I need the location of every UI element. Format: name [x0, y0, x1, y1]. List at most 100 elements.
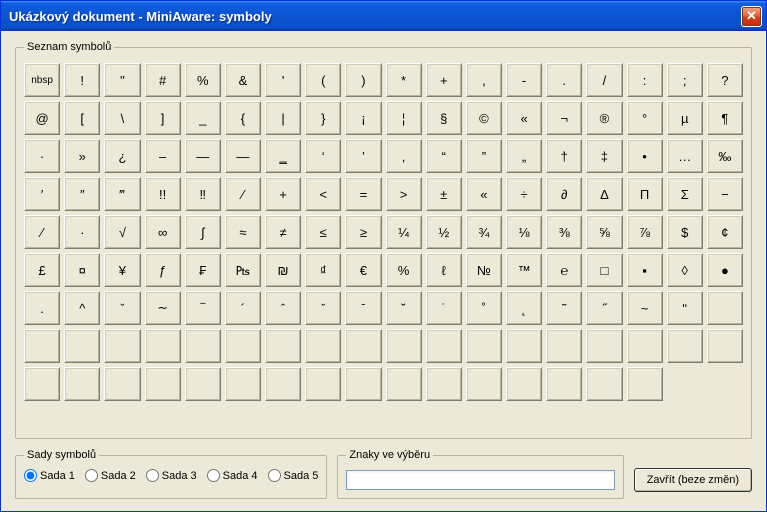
symbol-button[interactable]: ¶ [707, 101, 743, 135]
symbol-button[interactable]: ⁄ [225, 177, 261, 211]
symbol-button[interactable]: !! [145, 177, 181, 211]
symbol-button[interactable]: Π [627, 177, 663, 211]
symbol-button[interactable] [586, 367, 622, 401]
symbol-button[interactable]: ‗ [265, 139, 301, 173]
symbol-button[interactable]: ¥ [104, 253, 140, 287]
symbol-button[interactable] [426, 367, 462, 401]
set-radio[interactable] [24, 469, 37, 482]
symbol-button[interactable] [305, 329, 341, 363]
symbol-button[interactable]: ‚ [386, 139, 422, 173]
symbol-button[interactable]: ÷ [506, 177, 542, 211]
symbol-button[interactable] [145, 367, 181, 401]
symbol-button[interactable]: ℮ [546, 253, 582, 287]
symbol-button[interactable]: ◊ [667, 253, 703, 287]
symbol-button[interactable]: " [104, 63, 140, 97]
symbol-button[interactable]: } [305, 101, 341, 135]
symbol-button[interactable] [426, 329, 462, 363]
symbol-button[interactable]: † [546, 139, 582, 173]
symbol-button[interactable]: ¢ [707, 215, 743, 249]
symbol-button[interactable]: { [225, 101, 261, 135]
symbol-button[interactable]: © [466, 101, 502, 135]
symbol-button[interactable]: « [466, 177, 502, 211]
symbol-button[interactable]: ( [305, 63, 341, 97]
symbol-button[interactable] [506, 367, 542, 401]
symbol-button[interactable]: ˇ [305, 291, 341, 325]
symbol-button[interactable]: ″ [64, 177, 100, 211]
symbol-button[interactable]: ∼ [145, 291, 181, 325]
symbol-button[interactable] [386, 367, 422, 401]
symbol-button[interactable]: № [466, 253, 502, 287]
symbol-button[interactable]: Σ [667, 177, 703, 211]
symbol-button[interactable]: ¤ [64, 253, 100, 287]
symbol-button[interactable]: ™ [506, 253, 542, 287]
symbol-button[interactable]: ¿ [104, 139, 140, 173]
symbol-button[interactable]: # [145, 63, 181, 97]
symbol-button[interactable]: * [386, 63, 422, 97]
symbol-button[interactable]: ± [426, 177, 462, 211]
symbol-button[interactable]: § [426, 101, 462, 135]
symbol-button[interactable]: / [586, 63, 622, 97]
symbol-button[interactable] [586, 329, 622, 363]
symbol-button[interactable]: ∂ [546, 177, 582, 211]
symbol-button[interactable]: ― [225, 139, 261, 173]
symbol-button[interactable]: > [386, 177, 422, 211]
symbol-button[interactable] [64, 329, 100, 363]
symbol-button[interactable] [64, 367, 100, 401]
symbol-button[interactable]: ¼ [386, 215, 422, 249]
symbol-button[interactable] [386, 329, 422, 363]
symbol-button[interactable]: ‴ [104, 177, 140, 211]
symbol-button[interactable] [546, 329, 582, 363]
symbol-button[interactable]: □ [586, 253, 622, 287]
symbol-button[interactable]: $ [667, 215, 703, 249]
symbol-button[interactable]: ⅞ [627, 215, 663, 249]
symbol-button[interactable]: ~ [627, 291, 663, 325]
symbol-button[interactable]: ) [345, 63, 381, 97]
symbol-button[interactable]: & [225, 63, 261, 97]
symbol-button[interactable]: ℓ [426, 253, 462, 287]
symbol-button[interactable]: ˝ [586, 291, 622, 325]
symbol-button[interactable] [627, 329, 663, 363]
symbol-button[interactable]: ≈ [225, 215, 261, 249]
symbol-button[interactable]: — [185, 139, 221, 173]
symbol-button[interactable]: ʺ [667, 291, 703, 325]
symbol-button[interactable]: ⅜ [546, 215, 582, 249]
symbol-button[interactable] [707, 329, 743, 363]
set-radio-label[interactable]: Sada 5 [268, 469, 319, 482]
symbol-button[interactable] [627, 367, 663, 401]
symbol-button[interactable]: · [64, 215, 100, 249]
symbol-button[interactable]: ₧ [225, 253, 261, 287]
symbol-button[interactable] [145, 329, 181, 363]
symbol-button[interactable]: ‰ [707, 139, 743, 173]
close-button[interactable]: Zavřít (beze změn) [634, 468, 752, 492]
symbol-button[interactable] [24, 329, 60, 363]
symbol-button[interactable] [185, 329, 221, 363]
symbol-button[interactable]: ∞ [145, 215, 181, 249]
set-radio[interactable] [85, 469, 98, 482]
symbol-button[interactable]: ≥ [345, 215, 381, 249]
symbol-button[interactable]: . [24, 291, 60, 325]
symbol-button[interactable] [506, 329, 542, 363]
symbol-button[interactable] [265, 367, 301, 401]
symbol-button[interactable]: , [466, 63, 502, 97]
symbol-button[interactable]: ● [707, 253, 743, 287]
symbol-button[interactable]: € [345, 253, 381, 287]
set-radio[interactable] [268, 469, 281, 482]
symbol-button[interactable]: Δ [586, 177, 622, 211]
symbol-button[interactable]: ′ [24, 177, 60, 211]
symbol-button[interactable]: ˙ [426, 291, 462, 325]
symbol-button[interactable]: < [305, 177, 341, 211]
set-radio-label[interactable]: Sada 3 [146, 469, 197, 482]
symbol-button[interactable]: „ [506, 139, 542, 173]
symbol-button[interactable]: ´ [225, 291, 261, 325]
symbol-button[interactable]: « [506, 101, 542, 135]
symbol-button[interactable] [345, 367, 381, 401]
symbol-button[interactable]: ▪ [627, 253, 663, 287]
symbol-button[interactable]: | [265, 101, 301, 135]
symbol-button[interactable]: [ [64, 101, 100, 135]
symbol-button[interactable]: ˜ [546, 291, 582, 325]
symbol-button[interactable]: : [627, 63, 663, 97]
symbol-button[interactable]: ® [586, 101, 622, 135]
symbol-button[interactable] [104, 367, 140, 401]
symbol-button[interactable]: = [345, 177, 381, 211]
symbol-button[interactable]: ˘ [386, 291, 422, 325]
